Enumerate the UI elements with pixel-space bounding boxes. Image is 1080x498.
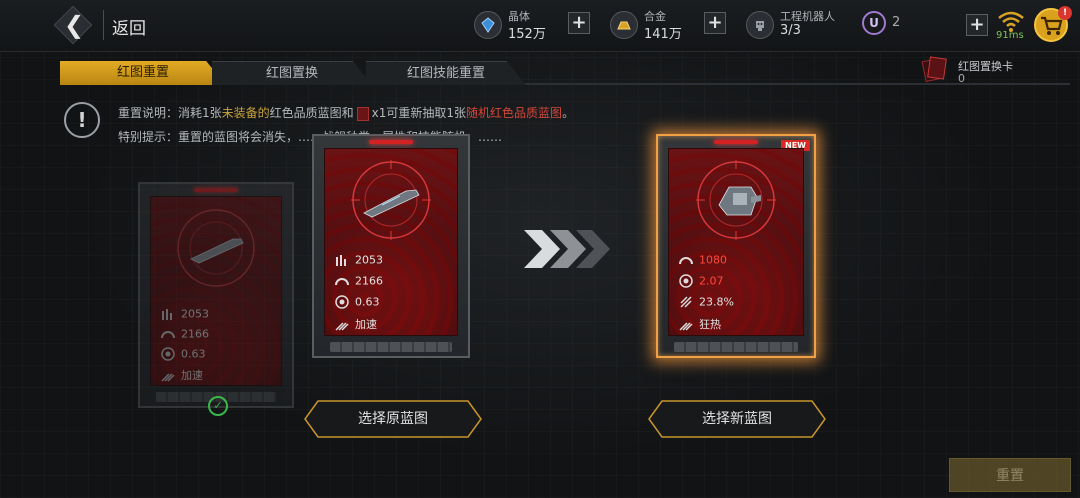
add-currency-button[interactable]: +: [966, 14, 988, 36]
reticle-icon: [351, 160, 431, 240]
select-new-label: 选择新蓝图: [702, 411, 772, 427]
stat-value: 2166: [355, 274, 383, 288]
select-original-button[interactable]: 选择原蓝图: [304, 400, 482, 438]
u-currency-icon: U: [862, 11, 886, 35]
range-icon: [679, 253, 693, 267]
crystal-icon: [474, 11, 502, 39]
stat-range: 2166: [161, 327, 209, 343]
resource-value: 152万: [508, 27, 546, 42]
stat-value: 0.63: [355, 295, 380, 309]
attack-icon: [335, 253, 349, 267]
stat-value: 狂热: [699, 318, 721, 331]
blueprint-card-faded: 2053 2166 0.63 加速: [138, 182, 294, 408]
notice-text: 红色品质蓝图和: [269, 106, 354, 120]
card-face: 1080 2.07 23.8% 狂热: [668, 148, 804, 336]
warship-icon: [363, 189, 420, 218]
skill-icon: [161, 368, 175, 382]
alloy-icon: [610, 11, 638, 39]
resource-name: 合金: [644, 10, 666, 23]
attack-icon: [161, 307, 175, 321]
skill-icon: [679, 317, 693, 331]
top-bar: ❮ 返回 晶体 152万 + 合金 141万 + 工程机器人 3/3 U 2 +…: [0, 0, 1080, 52]
card-footer: [330, 342, 452, 352]
add-crystal-button[interactable]: +: [568, 12, 590, 34]
stat-range: 2166: [335, 274, 383, 290]
exclamation-icon: !: [64, 102, 100, 138]
stat-value: 23.8%: [699, 295, 734, 309]
stat-attack: 2053: [161, 307, 209, 323]
notification-badge: !: [1058, 6, 1072, 20]
stat-value: 2053: [181, 307, 209, 321]
reticle-icon: [696, 160, 776, 240]
select-new-button[interactable]: 选择新蓝图: [648, 400, 826, 438]
rate-icon: [161, 347, 175, 361]
blueprint-card-original[interactable]: 2053 2166 0.63 加速: [312, 134, 470, 358]
replace-card-icon: [921, 56, 947, 82]
stat-range: 1080: [679, 253, 727, 269]
rate-icon: [335, 295, 349, 309]
stat-value: 加速: [181, 369, 203, 382]
range-icon: [335, 274, 349, 288]
card-face: 2053 2166 0.63 加速: [324, 148, 458, 336]
notice-text: 重置说明：消耗1张: [118, 106, 222, 120]
stat-crit: 23.8%: [679, 295, 734, 311]
stat-value: 加速: [355, 318, 377, 331]
u-currency-count: 2: [892, 15, 901, 30]
card-footer: [674, 342, 798, 352]
check-icon: ✓: [208, 396, 228, 416]
resource-value: 141万: [644, 27, 682, 42]
chevron-left-icon[interactable]: ❮: [61, 10, 87, 40]
rate-icon: [679, 274, 693, 288]
replace-card-name: 红图置换卡: [958, 60, 1013, 73]
notice-highlight: 未装备的: [221, 106, 270, 120]
reset-button[interactable]: 重置: [949, 458, 1071, 492]
stat-value: 2166: [181, 327, 209, 341]
robot-icon: [746, 11, 774, 39]
card-top-light: [714, 140, 758, 144]
tab-red-reset[interactable]: 红图重置: [60, 61, 226, 85]
stat-rate: 0.63: [335, 295, 380, 311]
back-label[interactable]: 返回: [112, 14, 146, 39]
stat-value: 1080: [699, 253, 727, 267]
notice-text: 。: [562, 106, 575, 120]
stat-rate: 2.07: [679, 274, 724, 290]
stat-value: 0.63: [181, 347, 206, 361]
resource-name: 晶体: [508, 10, 530, 23]
arrow-right-icon: [524, 230, 610, 268]
tab-red-skill-reset[interactable]: 红图技能重置: [366, 61, 526, 85]
reset-description: 重置说明：消耗1张未装备的红色品质蓝图和 x1可重新抽取1张随机红色品质蓝图。: [118, 104, 574, 121]
skill-icon: [335, 317, 349, 331]
stat-value: 2053: [355, 253, 383, 267]
notice-text: x1可重新抽取1张: [371, 106, 467, 120]
blueprint-card-new[interactable]: NEW 1080 2.07 23.8% 狂热: [656, 134, 816, 358]
tab-red-replace[interactable]: 红图置换: [212, 61, 372, 85]
stat-skill: 加速: [161, 367, 203, 383]
warship-icon: [190, 238, 244, 264]
stat-rate: 0.63: [161, 347, 206, 363]
blueprint-icon: [356, 106, 369, 121]
card-top-light: [369, 140, 413, 144]
card-face: 2053 2166 0.63 加速: [150, 196, 282, 386]
add-alloy-button[interactable]: +: [704, 12, 726, 34]
stat-skill: 狂热: [679, 316, 721, 332]
resource-value: 3/3: [780, 23, 801, 38]
ping-label: 91ms: [996, 30, 1024, 41]
range-icon: [161, 327, 175, 341]
select-original-label: 选择原蓝图: [358, 411, 428, 427]
stat-value: 2.07: [699, 274, 724, 288]
stat-attack: 2053: [335, 253, 383, 269]
missile-icon: [679, 295, 693, 309]
resource-name: 工程机器人: [780, 10, 835, 23]
stat-skill: 加速: [335, 316, 377, 332]
reticle-icon: [177, 209, 255, 287]
replace-card-count: 0: [958, 72, 965, 85]
divider: [103, 10, 104, 40]
notice-highlight-red: 随机红色品质蓝图: [466, 106, 563, 120]
warship-icon: [718, 186, 761, 216]
card-top-light: [194, 188, 238, 192]
